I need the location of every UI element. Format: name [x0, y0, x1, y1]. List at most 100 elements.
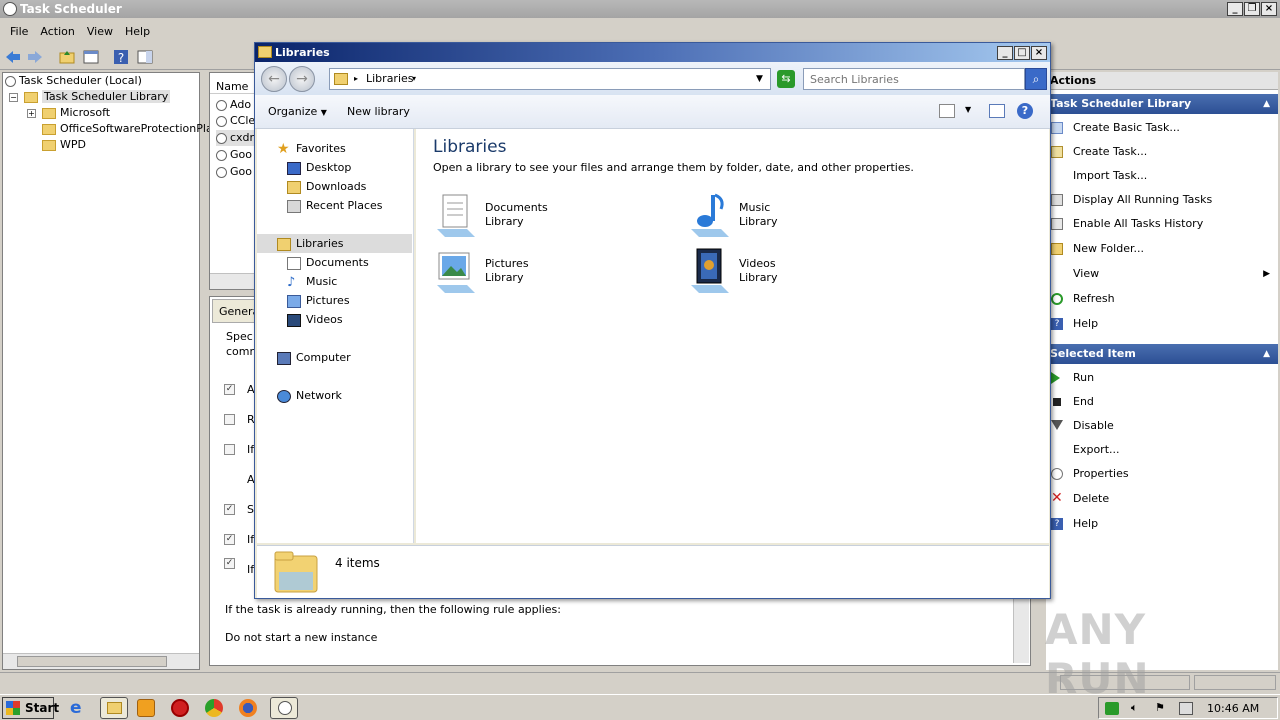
- option-checkbox[interactable]: ✓: [224, 504, 235, 515]
- search-icon[interactable]: ⌕: [1025, 68, 1047, 90]
- view-dropdown-icon[interactable]: ▼: [965, 105, 971, 114]
- back-arrow-icon[interactable]: [4, 48, 22, 66]
- tree-library[interactable]: − Task Scheduler Library: [9, 89, 171, 105]
- option-checkbox[interactable]: ✓: [224, 558, 235, 569]
- firefox-icon[interactable]: [239, 699, 257, 717]
- menu-help[interactable]: Help: [119, 22, 156, 42]
- start-button[interactable]: Start: [2, 697, 59, 719]
- nav-desktop[interactable]: Desktop: [287, 158, 351, 177]
- opera-icon[interactable]: [171, 699, 189, 717]
- action-create-basic-task[interactable]: Create Basic Task...: [1046, 116, 1278, 140]
- tree-folder-wpd[interactable]: WPD: [42, 137, 86, 153]
- tree-folder-microsoft[interactable]: + Microsoft: [27, 105, 110, 121]
- menu-view[interactable]: View: [81, 22, 119, 42]
- security-flag-icon[interactable]: [1105, 702, 1119, 715]
- collapse-icon[interactable]: −: [9, 92, 18, 102]
- action-refresh[interactable]: Refresh: [1046, 287, 1278, 311]
- search-input[interactable]: [803, 68, 1025, 90]
- forward-button[interactable]: →: [289, 66, 315, 92]
- expand-icon[interactable]: +: [27, 108, 36, 118]
- nav-recent-places[interactable]: Recent Places: [287, 196, 383, 215]
- internet-explorer-icon[interactable]: e: [70, 699, 88, 717]
- option-checkbox[interactable]: ✓: [224, 534, 235, 545]
- nav-music[interactable]: ♪ Music: [287, 272, 337, 291]
- task-row[interactable]: Ado: [216, 97, 251, 113]
- nav-videos[interactable]: Videos: [287, 310, 343, 329]
- lib-maximize-button[interactable]: □: [1014, 46, 1030, 60]
- action-delete[interactable]: ✕ Delete: [1046, 487, 1278, 511]
- scrollbar-thumb[interactable]: [17, 656, 167, 667]
- section-task-scheduler-library[interactable]: Task Scheduler Library ▲: [1046, 94, 1278, 114]
- nav-libraries[interactable]: Libraries: [257, 234, 412, 253]
- collapse-arrow-icon[interactable]: ▲: [1263, 344, 1270, 364]
- nav-computer[interactable]: Computer: [277, 348, 351, 367]
- library-documents[interactable]: Documents Library: [433, 191, 653, 241]
- address-history-dropdown-icon[interactable]: ▼: [756, 69, 763, 89]
- horizontal-scrollbar[interactable]: [3, 653, 199, 669]
- network-tray-icon[interactable]: [1179, 702, 1193, 715]
- restore-button[interactable]: ❐: [1244, 2, 1260, 16]
- breadcrumb-arrow-icon[interactable]: ▸: [354, 69, 358, 89]
- task-row[interactable]: Goo: [216, 164, 252, 180]
- help-icon[interactable]: ?: [112, 48, 130, 66]
- task-scheduler-taskbar-button[interactable]: [270, 697, 298, 719]
- action-view[interactable]: View ▶: [1046, 262, 1278, 286]
- show-hide-action-pane-icon[interactable]: [136, 48, 154, 66]
- action-center-flag-icon[interactable]: ⚑: [1155, 701, 1165, 714]
- nav-favorites[interactable]: ★ Favorites: [277, 139, 346, 158]
- view-options-icon[interactable]: [939, 104, 955, 118]
- tree-root[interactable]: Task Scheduler (Local): [5, 73, 142, 89]
- media-player-icon[interactable]: [137, 699, 155, 717]
- option-checkbox[interactable]: [224, 414, 235, 425]
- column-header-name[interactable]: Name: [210, 79, 256, 94]
- collapse-arrow-icon[interactable]: ▲: [1263, 94, 1270, 114]
- help-icon[interactable]: ?: [1017, 103, 1033, 119]
- action-end[interactable]: End: [1046, 390, 1278, 414]
- library-music[interactable]: Music Library: [687, 191, 907, 241]
- action-enable-history[interactable]: Enable All Tasks History: [1046, 212, 1278, 236]
- action-new-folder[interactable]: New Folder...: [1046, 237, 1278, 261]
- action-display-running-tasks[interactable]: Display All Running Tasks: [1046, 188, 1278, 212]
- action-run[interactable]: Run: [1046, 366, 1278, 390]
- nav-documents[interactable]: Documents: [287, 253, 369, 272]
- section-selected-item[interactable]: Selected Item ▲: [1046, 344, 1278, 364]
- nav-network[interactable]: Network: [277, 386, 342, 405]
- back-button[interactable]: ←: [261, 66, 287, 92]
- nav-pictures[interactable]: Pictures: [287, 291, 350, 310]
- action-create-task[interactable]: Create Task...: [1046, 140, 1278, 164]
- up-folder-icon[interactable]: [58, 48, 76, 66]
- menu-action[interactable]: Action: [34, 22, 80, 42]
- action-help-selected[interactable]: ? Help: [1046, 512, 1278, 536]
- refresh-icon[interactable]: ⇆: [777, 70, 795, 88]
- task-row[interactable]: Goo: [216, 147, 252, 163]
- breadcrumb-libraries[interactable]: Libraries: [366, 69, 414, 89]
- clock-text[interactable]: 10:46 AM: [1207, 702, 1259, 715]
- library-pictures[interactable]: Pictures Library: [433, 247, 653, 297]
- lib-close-button[interactable]: ×: [1031, 46, 1047, 60]
- action-export[interactable]: Export...: [1046, 438, 1278, 462]
- task-row-selected[interactable]: cxdr: [216, 130, 255, 146]
- preview-pane-icon[interactable]: [989, 104, 1005, 118]
- option-checkbox[interactable]: ✓: [224, 384, 235, 395]
- minimize-button[interactable]: _: [1227, 2, 1243, 16]
- show-hide-tree-icon[interactable]: [82, 48, 100, 66]
- lib-minimize-button[interactable]: _: [997, 46, 1013, 60]
- nav-downloads[interactable]: Downloads: [287, 177, 366, 196]
- action-import-task[interactable]: Import Task...: [1046, 164, 1278, 188]
- chrome-icon[interactable]: [205, 699, 223, 717]
- tree-folder-officesoftwareprotection[interactable]: OfficeSoftwareProtectionPla: [42, 121, 213, 137]
- action-properties[interactable]: Properties: [1046, 462, 1278, 486]
- menu-file[interactable]: File: [4, 22, 34, 42]
- new-library-button[interactable]: New library: [347, 105, 410, 118]
- action-help[interactable]: ? Help: [1046, 312, 1278, 336]
- horizontal-scrollbar[interactable]: [210, 273, 256, 289]
- library-videos[interactable]: Videos Library: [687, 247, 907, 297]
- volume-icon[interactable]: 🔈︎: [1131, 701, 1138, 715]
- address-box[interactable]: ▸ Libraries ▾ ▼: [329, 68, 771, 90]
- explorer-taskbar-button[interactable]: [100, 697, 128, 719]
- running-rule-value[interactable]: Do not start a new instance: [225, 631, 377, 644]
- organize-button[interactable]: Organize ▼: [268, 105, 327, 118]
- forward-arrow-icon[interactable]: [26, 48, 44, 66]
- option-checkbox[interactable]: [224, 444, 235, 455]
- task-row[interactable]: CCle: [216, 113, 255, 129]
